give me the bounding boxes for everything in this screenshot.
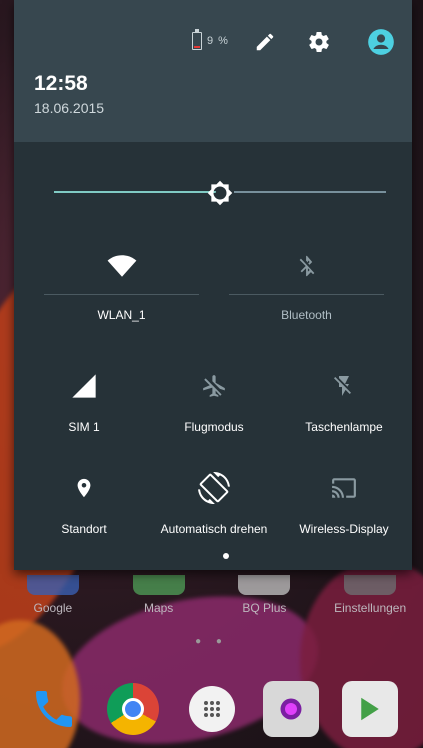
app-bq-plus[interactable]: BQ Plus [219,575,309,615]
tile-automatisch-drehen[interactable]: Automatisch drehen [149,470,279,538]
tile-label: Taschenlampe [305,420,383,434]
tile-label: Flugmodus [184,420,244,434]
brightness-track-filled [54,191,220,193]
tile-divider [229,294,384,295]
bluetooth-off-icon [229,248,384,284]
app-einstellungen[interactable]: Einstellungen [325,575,415,615]
auto-rotate-icon [149,470,279,506]
edit-icon[interactable] [251,28,279,56]
flashlight-off-icon [279,368,409,404]
play-store-icon[interactable] [341,681,398,737]
location-icon [19,470,149,506]
battery-icon [192,29,202,50]
quick-settings-panel: 9 % 12:58 18.06.2015 WLAN_1 Bluetooth SI… [14,0,412,570]
tile-taschenlampe[interactable]: Taschenlampe [279,368,409,436]
tile-label: Automatisch drehen [160,522,268,536]
tile-label: Bluetooth [281,308,332,322]
user-account-icon[interactable] [367,28,395,56]
cast-icon [279,470,409,506]
clock-time: 12:58 [34,72,88,95]
app-label: Google [33,601,73,615]
app-google[interactable]: Google [8,575,98,615]
tile-bluetooth[interactable] [229,248,384,298]
tile-flugmodus[interactable]: Flugmodus [149,368,279,436]
brightness-slider[interactable] [54,178,386,208]
battery-percentage: 9 % [207,35,229,47]
page-indicator-dot [223,553,229,559]
airplane-off-icon [149,368,279,404]
tile-wireless-display[interactable]: Wireless-Display [279,470,409,538]
home-app-row: Google Maps BQ Plus Einstellungen [0,575,423,615]
phone-icon[interactable] [26,681,82,737]
tile-label: Wireless-Display [299,522,389,536]
brightness-track [234,191,386,193]
clock-date: 18.06.2015 [34,100,105,116]
app-drawer-icon[interactable] [184,681,240,737]
quick-settings-header: 9 % 12:58 18.06.2015 [14,0,412,142]
home-page-indicator: ● ● [195,636,228,647]
chrome-icon[interactable] [105,681,161,737]
app-maps[interactable]: Maps [114,575,204,615]
app-label: BQ Plus [242,601,287,615]
app-label: Einstellungen [334,601,407,615]
camera-icon[interactable] [262,681,319,737]
tile-label: WLAN_1 [97,308,146,322]
app-label: Maps [143,601,174,615]
tile-label: Standort [61,522,107,536]
tile-wlan[interactable] [44,248,199,298]
tile-standort[interactable]: Standort [19,470,149,538]
wifi-icon [44,248,199,284]
brightness-thumb-icon[interactable] [207,180,233,206]
tile-sim1[interactable]: SIM 1 [19,368,149,436]
tile-divider [44,294,199,295]
tile-bluetooth-label: Bluetooth [229,306,384,324]
signal-icon [19,368,149,404]
tile-label: SIM 1 [68,420,100,434]
home-dock [0,670,423,748]
gear-icon[interactable] [305,28,333,56]
tile-wlan-label: WLAN_1 [44,306,199,324]
